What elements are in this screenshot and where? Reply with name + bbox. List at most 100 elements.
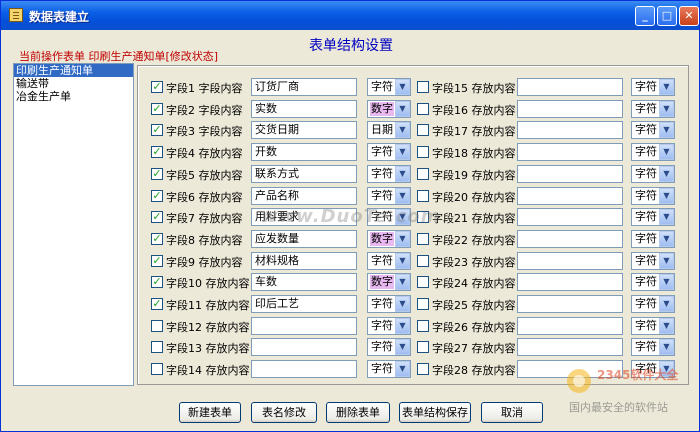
field-enable-checkbox[interactable] — [417, 146, 429, 159]
chevron-down-icon[interactable]: ▼ — [659, 144, 674, 161]
field-enable-checkbox[interactable]: ✓ — [151, 276, 163, 289]
field-enable-checkbox[interactable] — [417, 124, 429, 137]
field-type-select[interactable]: 字符 ▼ — [631, 186, 675, 205]
chevron-down-icon[interactable]: ▼ — [395, 296, 410, 312]
field-type-select[interactable]: 字符 ▼ — [631, 208, 675, 227]
title-bar[interactable]: 数据表建立 _ □ ✕ — [1, 1, 699, 30]
chevron-down-icon[interactable]: ▼ — [395, 144, 410, 161]
field-name-input[interactable] — [517, 295, 623, 313]
chevron-down-icon[interactable]: ▼ — [659, 187, 674, 204]
field-enable-checkbox[interactable] — [417, 254, 429, 267]
chevron-down-icon[interactable]: ▼ — [659, 296, 674, 312]
field-type-select[interactable]: 字符 ▼ — [631, 338, 675, 357]
chevron-down-icon[interactable]: ▼ — [659, 339, 674, 356]
field-enable-checkbox[interactable]: ✓ — [151, 146, 163, 159]
field-type-select[interactable]: 字符 ▼ — [631, 121, 675, 140]
field-enable-checkbox[interactable] — [417, 276, 429, 289]
field-type-select[interactable]: 字符 ▼ — [631, 251, 675, 270]
field-enable-checkbox[interactable] — [417, 81, 429, 93]
field-name-input[interactable] — [517, 164, 623, 183]
field-enable-checkbox[interactable] — [417, 102, 429, 115]
chevron-down-icon[interactable]: ▼ — [395, 122, 410, 139]
field-enable-checkbox[interactable] — [151, 363, 163, 376]
rename-form-button[interactable]: 表名修改 — [251, 402, 317, 423]
field-type-select[interactable]: 字符 ▼ — [367, 186, 411, 205]
field-enable-checkbox[interactable]: ✓ — [151, 232, 163, 245]
field-name-input[interactable] — [251, 360, 357, 379]
chevron-down-icon[interactable]: ▼ — [395, 165, 410, 182]
chevron-down-icon[interactable]: ▼ — [659, 252, 674, 269]
field-name-input[interactable]: 应发数量 — [251, 229, 357, 248]
field-enable-checkbox[interactable] — [417, 167, 429, 180]
chevron-down-icon[interactable]: ▼ — [659, 274, 674, 291]
field-type-select[interactable]: 字符 ▼ — [631, 316, 675, 335]
field-enable-checkbox[interactable]: ✓ — [151, 81, 163, 93]
field-type-select[interactable]: 数字 ▼ — [367, 99, 411, 118]
field-name-input[interactable] — [251, 316, 357, 335]
maximize-button[interactable]: □ — [657, 6, 677, 26]
field-type-select[interactable]: 字符 ▼ — [631, 164, 675, 183]
chevron-down-icon[interactable]: ▼ — [659, 230, 674, 247]
field-enable-checkbox[interactable] — [417, 189, 429, 202]
chevron-down-icon[interactable]: ▼ — [395, 230, 410, 247]
field-name-input[interactable] — [517, 316, 623, 335]
field-type-select[interactable]: 字符 ▼ — [367, 316, 411, 335]
field-name-input[interactable]: 交货日期 — [251, 121, 357, 140]
field-type-select[interactable]: 字符 ▼ — [367, 295, 411, 313]
field-name-input[interactable]: 产品名称 — [251, 186, 357, 205]
field-enable-checkbox[interactable] — [417, 298, 429, 310]
field-type-select[interactable]: 字符 ▼ — [631, 273, 675, 292]
field-name-input[interactable] — [517, 121, 623, 140]
field-name-input[interactable] — [517, 186, 623, 205]
chevron-down-icon[interactable]: ▼ — [395, 361, 410, 378]
field-enable-checkbox[interactable] — [417, 363, 429, 376]
field-name-input[interactable] — [517, 143, 623, 162]
field-type-select[interactable]: 日期 ▼ — [367, 121, 411, 140]
field-name-input[interactable]: 车数 — [251, 273, 357, 292]
new-form-button[interactable]: 新建表单 — [179, 402, 241, 423]
table-list-item[interactable]: 印刷生产通知单 — [14, 64, 133, 77]
field-type-select[interactable]: 字符 ▼ — [631, 143, 675, 162]
field-enable-checkbox[interactable]: ✓ — [151, 211, 163, 224]
field-name-input[interactable] — [517, 99, 623, 118]
field-type-select[interactable]: 字符 ▼ — [367, 164, 411, 183]
field-type-select[interactable]: 字符 ▼ — [631, 229, 675, 248]
delete-form-button[interactable]: 删除表单 — [326, 402, 390, 423]
save-structure-button[interactable]: 表单结构保存 — [399, 402, 471, 423]
chevron-down-icon[interactable]: ▼ — [659, 209, 674, 226]
field-enable-checkbox[interactable] — [417, 319, 429, 332]
chevron-down-icon[interactable]: ▼ — [395, 317, 410, 334]
chevron-down-icon[interactable]: ▼ — [659, 100, 674, 117]
field-type-select[interactable]: 字符 ▼ — [631, 295, 675, 313]
field-enable-checkbox[interactable] — [151, 341, 163, 354]
field-type-select[interactable]: 字符 ▼ — [367, 143, 411, 162]
chevron-down-icon[interactable]: ▼ — [395, 100, 410, 117]
field-type-select[interactable]: 字符 ▼ — [367, 360, 411, 379]
field-type-select[interactable]: 数字 ▼ — [367, 273, 411, 292]
field-enable-checkbox[interactable] — [151, 319, 163, 332]
chevron-down-icon[interactable]: ▼ — [659, 165, 674, 182]
field-name-input[interactable]: 订货厂商 — [251, 78, 357, 96]
field-name-input[interactable]: 实数 — [251, 99, 357, 118]
field-enable-checkbox[interactable] — [417, 341, 429, 354]
chevron-down-icon[interactable]: ▼ — [659, 79, 674, 95]
field-enable-checkbox[interactable]: ✓ — [151, 102, 163, 115]
field-enable-checkbox[interactable]: ✓ — [151, 298, 163, 310]
field-name-input[interactable]: 印后工艺 — [251, 295, 357, 313]
chevron-down-icon[interactable]: ▼ — [395, 339, 410, 356]
chevron-down-icon[interactable]: ▼ — [395, 79, 410, 95]
field-enable-checkbox[interactable]: ✓ — [151, 189, 163, 202]
table-list-item[interactable]: 输送带 — [14, 77, 133, 90]
table-list-item[interactable]: 冶金生产单 — [14, 90, 133, 103]
field-enable-checkbox[interactable]: ✓ — [151, 124, 163, 137]
field-name-input[interactable] — [251, 338, 357, 357]
field-name-input[interactable]: 开数 — [251, 143, 357, 162]
field-name-input[interactable] — [517, 251, 623, 270]
table-list[interactable]: 印刷生产通知单 输送带 冶金生产单 — [13, 63, 134, 386]
field-name-input[interactable] — [517, 338, 623, 357]
field-enable-checkbox[interactable]: ✓ — [151, 254, 163, 267]
field-name-input[interactable] — [517, 78, 623, 96]
field-type-select[interactable]: 字符 ▼ — [631, 78, 675, 96]
field-name-input[interactable] — [517, 208, 623, 227]
chevron-down-icon[interactable]: ▼ — [659, 122, 674, 139]
